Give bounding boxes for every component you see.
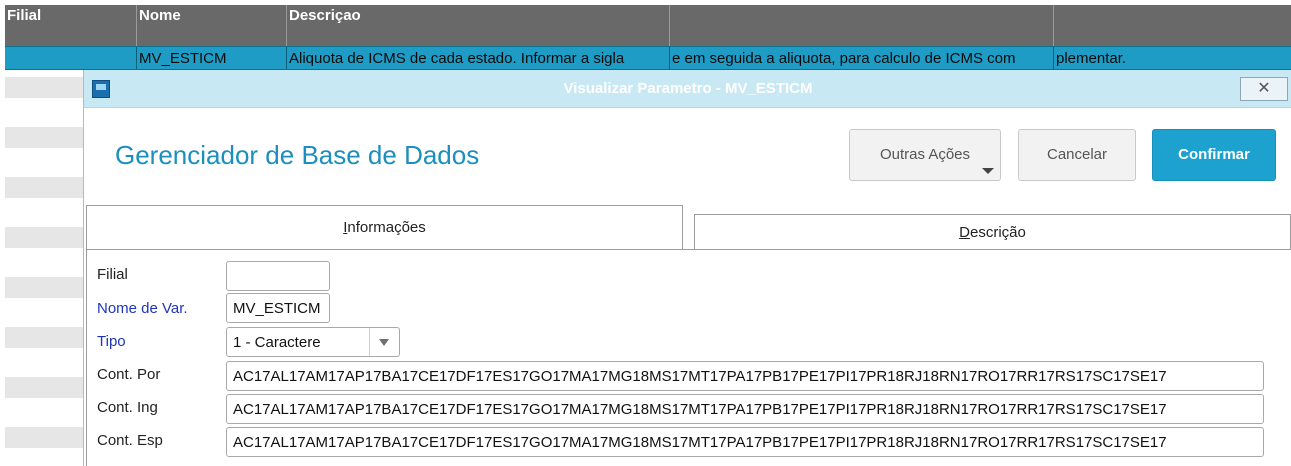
cont-ing-field[interactable]: AC17AL17AM17AP17BA17CE17DF17ES17GO17MA17… <box>226 394 1264 424</box>
table-cell-descricao-end: plementar. <box>1056 50 1127 67</box>
tab-informacoes-label: nformações <box>347 219 426 236</box>
grid-header: Filial Nome Descriçao <box>5 5 1291 46</box>
parameter-dialog: Visualizar Parametro - MV_ESTICM ✕ Geren… <box>83 70 1291 466</box>
table-cell-descricao: Aliquota de ICMS de cada estado. Informa… <box>287 47 670 69</box>
close-icon[interactable]: ✕ <box>1240 77 1288 101</box>
table-row-selected[interactable]: MV_ESTICM Aliquota de ICMS de cada estad… <box>5 46 1291 70</box>
table-cell-nome: MV_ESTICM <box>137 47 287 69</box>
outras-acoes-button[interactable]: Outras Ações <box>849 129 1001 181</box>
table-row[interactable] <box>5 376 83 398</box>
tab-content-informacoes: Filial Nome de Var. MV_ESTICM Tipo 1 - C… <box>86 249 1291 466</box>
nome-var-field[interactable]: MV_ESTICM <box>226 293 330 323</box>
page-title: Gerenciador de Base de Dados <box>115 140 480 170</box>
nome-var-label: Nome de Var. <box>97 300 188 317</box>
filial-label: Filial <box>97 266 128 283</box>
filial-field[interactable] <box>226 261 330 291</box>
dialog-title: Visualizar Parametro - MV_ESTICM <box>563 80 813 97</box>
table-row[interactable] <box>5 426 83 448</box>
tipo-selected-value: 1 - Caractere <box>233 334 321 351</box>
table-cell-filial <box>5 47 137 69</box>
tab-informacoes[interactable]: Informações <box>86 205 683 249</box>
table-row[interactable] <box>5 176 83 198</box>
confirm-button[interactable]: Confirmar <box>1152 129 1276 181</box>
tipo-label: Tipo <box>97 333 126 350</box>
cont-por-field[interactable]: AC17AL17AM17AP17BA17CE17DF17ES17GO17MA17… <box>226 361 1264 391</box>
table-row[interactable] <box>5 326 83 348</box>
tab-descricao-label: escrição <box>969 224 1026 241</box>
table-row[interactable] <box>5 76 83 98</box>
table-row[interactable] <box>5 276 83 298</box>
grid-header-descricao[interactable]: Descriçao <box>287 5 670 46</box>
cont-ing-label: Cont. Ing <box>97 399 158 416</box>
chevron-down-icon <box>982 168 994 174</box>
table-cell-descricao-cont: e em seguida a aliquota, para calculo de… <box>670 47 1054 69</box>
tipo-select[interactable]: 1 - Caractere <box>226 327 400 357</box>
table-row[interactable] <box>5 226 83 248</box>
grid-header-nome[interactable]: Nome <box>137 5 287 46</box>
grid-header-filial[interactable]: Filial <box>5 5 137 46</box>
cont-esp-field[interactable]: AC17AL17AM17AP17BA17CE17DF17ES17GO17MA17… <box>226 427 1264 457</box>
outras-acoes-label: Outras Ações <box>879 146 971 163</box>
cont-por-label: Cont. Por <box>97 366 161 383</box>
screen: Filial Nome Descriçao MV_ESTICM Aliquota… <box>0 0 1291 466</box>
chevron-down-icon[interactable] <box>369 328 399 356</box>
dialog-titlebar[interactable]: Visualizar Parametro - MV_ESTICM ✕ <box>84 70 1291 108</box>
table-row[interactable] <box>5 126 83 148</box>
cancel-button[interactable]: Cancelar <box>1018 129 1136 181</box>
tab-descricao[interactable]: Descrição <box>694 214 1291 250</box>
tab-descricao-accel: D <box>959 224 970 241</box>
grid-rows-left <box>5 70 83 466</box>
grid-header-col4[interactable] <box>670 5 1054 46</box>
cont-esp-label: Cont. Esp <box>97 432 163 449</box>
grid-header-col5[interactable] <box>1054 5 1291 46</box>
